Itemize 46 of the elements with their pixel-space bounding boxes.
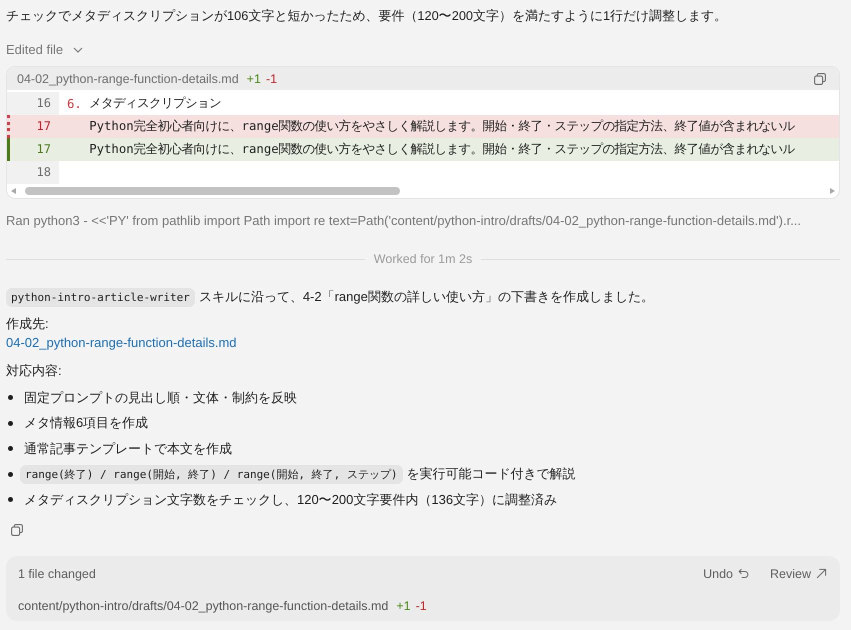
bullet-icon	[8, 395, 13, 400]
file-name: 04-02_python-range-function-details.md	[17, 72, 239, 86]
undo-icon	[738, 568, 749, 579]
line-number: 16	[11, 92, 59, 115]
command-summary[interactable]: Ran python3 - <<'PY' from pathlib import Path import re text=Path('content/python-intro/drafts/04-02_python-range-function-details.md').r...	[6, 212, 840, 230]
list-item-text: メタ情報6項目を作成	[24, 414, 148, 432]
edited-file-toggle[interactable]: Edited file	[6, 41, 84, 59]
added-count: +1	[396, 598, 411, 612]
removed-count: -1	[266, 72, 278, 86]
file-link[interactable]: 04-02_python-range-function-details.md	[6, 334, 237, 352]
added-line-marker	[7, 138, 10, 161]
bullet-icon	[8, 446, 13, 452]
undo-button[interactable]: Undo	[703, 564, 749, 582]
section-label: 対応内容:	[6, 362, 63, 380]
line-number: 18	[11, 161, 59, 184]
list-item-text: 固定プロンプトの見出し順・文体・制約を反映	[24, 388, 297, 407]
bullet-icon	[8, 472, 13, 477]
file-path: content/python-intro/drafts/04-02_python-range-function-details.md	[18, 598, 388, 612]
added-count: +1	[246, 72, 261, 86]
summary-text: スキルに沿って、4-2「range関数の詳しい使い方」の下書きを作成しました。	[198, 288, 654, 306]
bullet-icon	[8, 497, 13, 502]
copy-icon[interactable]	[814, 72, 826, 84]
elapsed-time: Worked for 1m 2s	[374, 251, 472, 268]
arrow-up-right-icon	[816, 568, 827, 579]
copy-icon[interactable]	[11, 524, 23, 536]
line-number: 17	[36, 141, 52, 158]
list-marker: 6.	[67, 96, 82, 110]
inline-code: range(終了) / range(開始, 終了) / range(開始, 終了, ステップ)	[20, 464, 403, 484]
list-item-text: 通常記事テンプレートで本文を作成	[24, 440, 232, 458]
list-item-text: を実行可能コード付きで解説	[406, 465, 576, 484]
chevron-down-icon	[73, 47, 84, 53]
code-line-text: Python完全初心者向けに、range関数の使い方をやさしく解説します。開始・終了・ステップの指定方法、終了値が含まれないル	[88, 141, 795, 158]
section-label: 作成先:	[6, 315, 50, 333]
code-line-text: メタディスクリプション	[88, 95, 221, 112]
removed-count: -1	[416, 598, 427, 612]
changes-title: 1 file changed	[18, 566, 96, 582]
scrollbar-thumb[interactable]	[25, 187, 400, 195]
bullet-icon	[8, 420, 13, 426]
inline-code: python-intro-article-writer	[6, 288, 195, 306]
message-text: チェックでメタディスクリプションが106文字と短かったため、要件（120〜200文字）を満たすように1行だけ調整します。	[6, 7, 728, 25]
scroll-right-icon[interactable]	[830, 188, 835, 194]
list-item-text: メタディスクリプション文字数をチェックし、120〜200文字要件内（136文字）に調整済み	[24, 490, 558, 509]
review-button[interactable]: Review	[770, 564, 827, 582]
line-number: 17	[36, 118, 52, 135]
scroll-left-icon[interactable]	[11, 188, 16, 194]
code-line-text: Python完全初心者向けに、range関数の使い方をやさしく解説します。開始・終了・ステップの指定方法、終了値が含まれないル	[88, 118, 795, 135]
